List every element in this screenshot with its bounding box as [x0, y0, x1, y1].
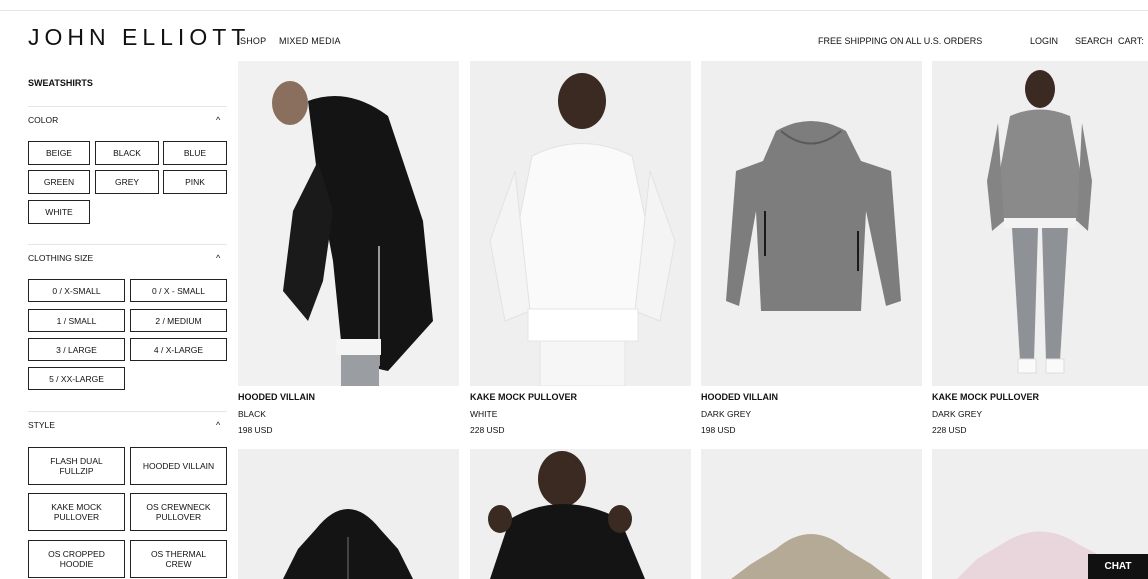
product-price: 198 USD	[701, 425, 736, 435]
product-image[interactable]	[701, 61, 922, 386]
filter-color-white[interactable]: WHITE	[28, 200, 90, 224]
filter-style-hooded-villain[interactable]: HOODED VILLAIN	[130, 447, 227, 485]
filter-style-kake-mock-pullover[interactable]: KAKE MOCK PULLOVER	[28, 493, 125, 531]
filter-size-xsmall-alt[interactable]: 0 / X - SMALL	[130, 279, 227, 302]
filter-size-xxlarge[interactable]: 5 / XX-LARGE	[28, 367, 125, 390]
chevron-up-icon[interactable]: ^	[216, 420, 220, 430]
filter-color-pink[interactable]: PINK	[163, 170, 227, 194]
product-price: 228 USD	[932, 425, 967, 435]
nav-shop[interactable]: SHOP	[240, 36, 266, 46]
product-name[interactable]: HOODED VILLAIN	[701, 392, 778, 402]
product-photo-grey-pullover	[932, 61, 1148, 386]
filter-size-xlarge[interactable]: 4 / X-LARGE	[130, 338, 227, 361]
style-filter-label[interactable]: STYLE	[28, 420, 55, 430]
search-link[interactable]: SEARCH	[1075, 36, 1113, 46]
category-title: SWEATSHIRTS	[28, 78, 93, 88]
size-filter-label[interactable]: CLOTHING SIZE	[28, 253, 93, 263]
nav-mixed-media[interactable]: MIXED MEDIA	[279, 36, 341, 46]
product-photo-black-hoodie-model	[470, 449, 691, 579]
product-image[interactable]	[470, 449, 691, 579]
product-image[interactable]	[238, 449, 459, 579]
filter-color-green[interactable]: GREEN	[28, 170, 90, 194]
filter-style-os-thermal-crew[interactable]: OS THERMAL CREW	[130, 540, 227, 578]
divider	[28, 244, 227, 245]
product-photo-white-pullover	[470, 61, 691, 386]
chevron-up-icon[interactable]: ^	[216, 253, 220, 263]
product-name[interactable]: KAKE MOCK PULLOVER	[932, 392, 1039, 402]
filter-size-large[interactable]: 3 / LARGE	[28, 338, 125, 361]
login-link[interactable]: LOGIN	[1030, 36, 1058, 46]
product-color: WHITE	[470, 409, 498, 419]
product-name[interactable]: HOODED VILLAIN	[238, 392, 315, 402]
filter-color-black[interactable]: BLACK	[95, 141, 159, 165]
divider	[28, 106, 227, 107]
product-image[interactable]	[470, 61, 691, 386]
filter-size-xsmall[interactable]: 0 / X-SMALL	[28, 279, 125, 302]
filter-color-grey[interactable]: GREY	[95, 170, 159, 194]
product-image[interactable]	[701, 449, 922, 579]
product-price: 228 USD	[470, 425, 505, 435]
filter-size-medium[interactable]: 2 / MEDIUM	[130, 309, 227, 332]
color-filter-label[interactable]: COLOR	[28, 115, 58, 125]
chat-button[interactable]: CHAT	[1088, 554, 1148, 579]
product-image[interactable]	[238, 61, 459, 386]
filter-style-os-crewneck-pullover[interactable]: OS CREWNECK PULLOVER	[130, 493, 227, 531]
chevron-up-icon[interactable]: ^	[216, 115, 220, 125]
brand-logo[interactable]: JOHN ELLIOTT	[28, 24, 250, 51]
shipping-banner: FREE SHIPPING ON ALL U.S. ORDERS	[818, 36, 983, 46]
product-price: 198 USD	[238, 425, 273, 435]
filter-style-flash-dual-fullzip[interactable]: FLASH DUAL FULLZIP	[28, 447, 125, 485]
product-name[interactable]: KAKE MOCK PULLOVER	[470, 392, 577, 402]
top-divider	[0, 10, 1148, 11]
product-photo-grey-hoodie	[701, 61, 922, 386]
divider	[28, 411, 227, 412]
product-photo-black-zip-hoodie	[238, 449, 459, 579]
main-nav: SHOP MIXED MEDIA	[240, 36, 351, 46]
product-photo-beige-hoodie	[701, 449, 922, 579]
product-photo-black-hoodie	[238, 61, 459, 386]
product-color: BLACK	[238, 409, 266, 419]
product-color: DARK GREY	[701, 409, 752, 419]
product-color: DARK GREY	[932, 409, 983, 419]
cart-link[interactable]: CART:	[1118, 36, 1144, 46]
product-image[interactable]	[932, 61, 1148, 386]
filter-color-beige[interactable]: BEIGE	[28, 141, 90, 165]
filter-color-blue[interactable]: BLUE	[163, 141, 227, 165]
filter-style-os-cropped-hoodie[interactable]: OS CROPPED HOODIE	[28, 540, 125, 578]
filter-size-small[interactable]: 1 / SMALL	[28, 309, 125, 332]
